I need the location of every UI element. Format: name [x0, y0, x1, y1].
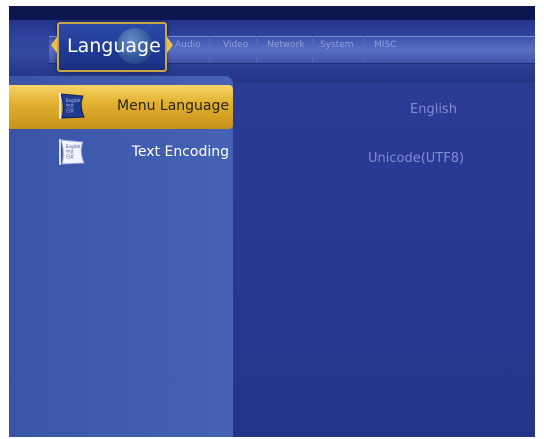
tab-system[interactable]: System — [320, 40, 354, 50]
screen: Language Audio Video Network System MISC… — [9, 6, 535, 437]
setting-value-text-encoding: Unicode(UTF8) — [368, 151, 465, 166]
tab-misc[interactable]: MISC — [374, 40, 396, 50]
setting-value-menu-language: English — [410, 102, 457, 117]
tab-separator — [209, 36, 210, 62]
tab-separator — [312, 36, 313, 62]
arrow-right-icon[interactable] — [167, 37, 173, 53]
settings-list-panel: English 中文 日文 Menu Language English 中文 日… — [9, 76, 233, 437]
tab-separator — [363, 36, 364, 62]
language-flag-icon: English 中文 日文 — [59, 139, 85, 165]
tab-language[interactable]: Language — [51, 22, 173, 72]
setting-label: Text Encoding — [131, 144, 229, 160]
tab-network[interactable]: Network — [267, 40, 305, 50]
setting-label: Menu Language — [117, 98, 229, 114]
arrow-left-icon[interactable] — [51, 37, 57, 53]
header-top-band — [9, 6, 535, 20]
tab-separator — [256, 36, 257, 62]
tab-language-label: Language — [67, 35, 161, 57]
language-flag-icon: English 中文 日文 — [59, 93, 85, 119]
setting-row-menu-language[interactable]: English 中文 日文 Menu Language — [9, 85, 233, 129]
svg-text:日文: 日文 — [66, 107, 74, 113]
setting-row-text-encoding[interactable]: English 中文 日文 Text Encoding — [9, 131, 233, 175]
tab-video[interactable]: Video — [223, 40, 248, 50]
header: Language Audio Video Network System MISC — [9, 6, 535, 82]
tab-audio[interactable]: Audio — [175, 40, 201, 50]
svg-text:日文: 日文 — [66, 153, 74, 159]
